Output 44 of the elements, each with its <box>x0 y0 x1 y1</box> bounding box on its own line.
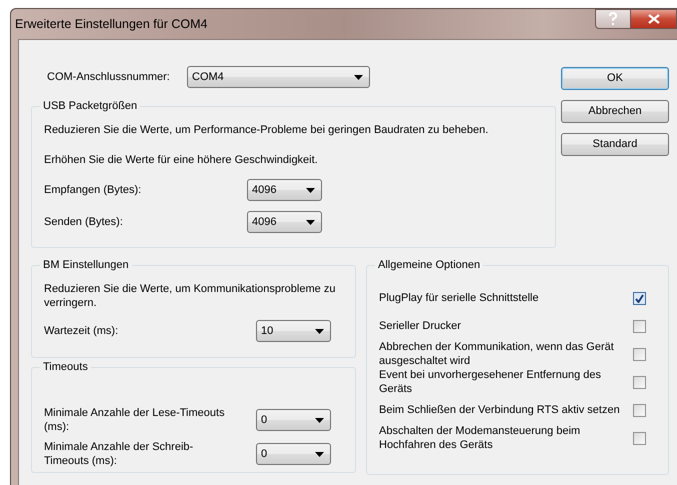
group-title: BM Einstellungen <box>40 258 132 273</box>
checkbox[interactable] <box>633 376 646 388</box>
caret-icon <box>306 220 315 224</box>
option-label: Beim Schließen der Verbindung RTS aktiv setzen <box>379 403 620 417</box>
checkbox[interactable] <box>633 292 646 304</box>
close-icon <box>648 14 660 24</box>
caret-icon <box>315 452 324 456</box>
dialog-button[interactable]: Abbrechen <box>561 100 669 123</box>
dialog-button[interactable]: Standard <box>561 133 669 156</box>
dropdown[interactable]: 4096 <box>247 211 322 233</box>
help-icon <box>608 12 618 26</box>
caret-icon <box>315 328 324 334</box>
option-label: Event bei unvorhergesehener Entfernung des Geräts <box>379 368 602 396</box>
checkbox[interactable] <box>633 404 646 416</box>
caret-icon <box>354 74 363 80</box>
com-port-label: COM-Anschlussnummer: <box>47 70 171 85</box>
group-title: Allgemeine Optionen <box>375 258 484 273</box>
field-label: Empfangen (Bytes): <box>44 183 142 197</box>
field-label: Senden (Bytes): <box>44 215 124 229</box>
dropdown[interactable]: 10 <box>256 320 331 342</box>
help-button[interactable] <box>595 9 631 29</box>
dropdown[interactable]: 4096 <box>247 179 322 201</box>
field-label: Minimale Anzahle der Schreib-Timeouts (ms): <box>44 440 194 468</box>
note-text: Reduzieren Sie die Werte, um Performance-Probleme bei geringen Baudraten zu beheben. <box>44 123 490 137</box>
note-text: Erhöhen Sie die Werte für eine höhere Geschwindigkeit. <box>44 153 319 167</box>
dropdown[interactable]: 0 <box>256 443 331 465</box>
option-label: Serieller Drucker <box>379 319 461 333</box>
checkbox[interactable] <box>633 320 646 332</box>
close-button[interactable] <box>631 9 677 29</box>
group-title: USB Packetgrößen <box>40 99 140 114</box>
option-label: PlugPlay für serielle Schnittstelle <box>379 291 539 305</box>
checkbox[interactable] <box>633 348 646 360</box>
field-label: Minimale Anzahle der Lese-Timeouts (ms): <box>44 406 226 434</box>
dropdown[interactable]: 0 <box>256 409 331 431</box>
option-label: Abbrechen der Kommunikation, wenn das Gerät ausgeschaltet wird <box>379 340 615 368</box>
window-title: Erweiterte Einstellungen für COM4 <box>15 16 208 33</box>
dialog-button[interactable]: OK <box>561 67 669 90</box>
caret-icon <box>306 188 315 192</box>
field-label: Wartezeit (ms): <box>44 324 120 338</box>
note-text: Reduzieren Sie die Werte, um Kommunikationsprobleme zu verringern. <box>44 282 336 310</box>
option-label: Abschalten der Modemansteuerung beim Hochfahren des Geräts <box>379 424 582 452</box>
checkbox[interactable] <box>633 432 646 444</box>
caret-icon <box>315 418 324 422</box>
com-port-dropdown[interactable]: COM4 <box>187 66 370 88</box>
